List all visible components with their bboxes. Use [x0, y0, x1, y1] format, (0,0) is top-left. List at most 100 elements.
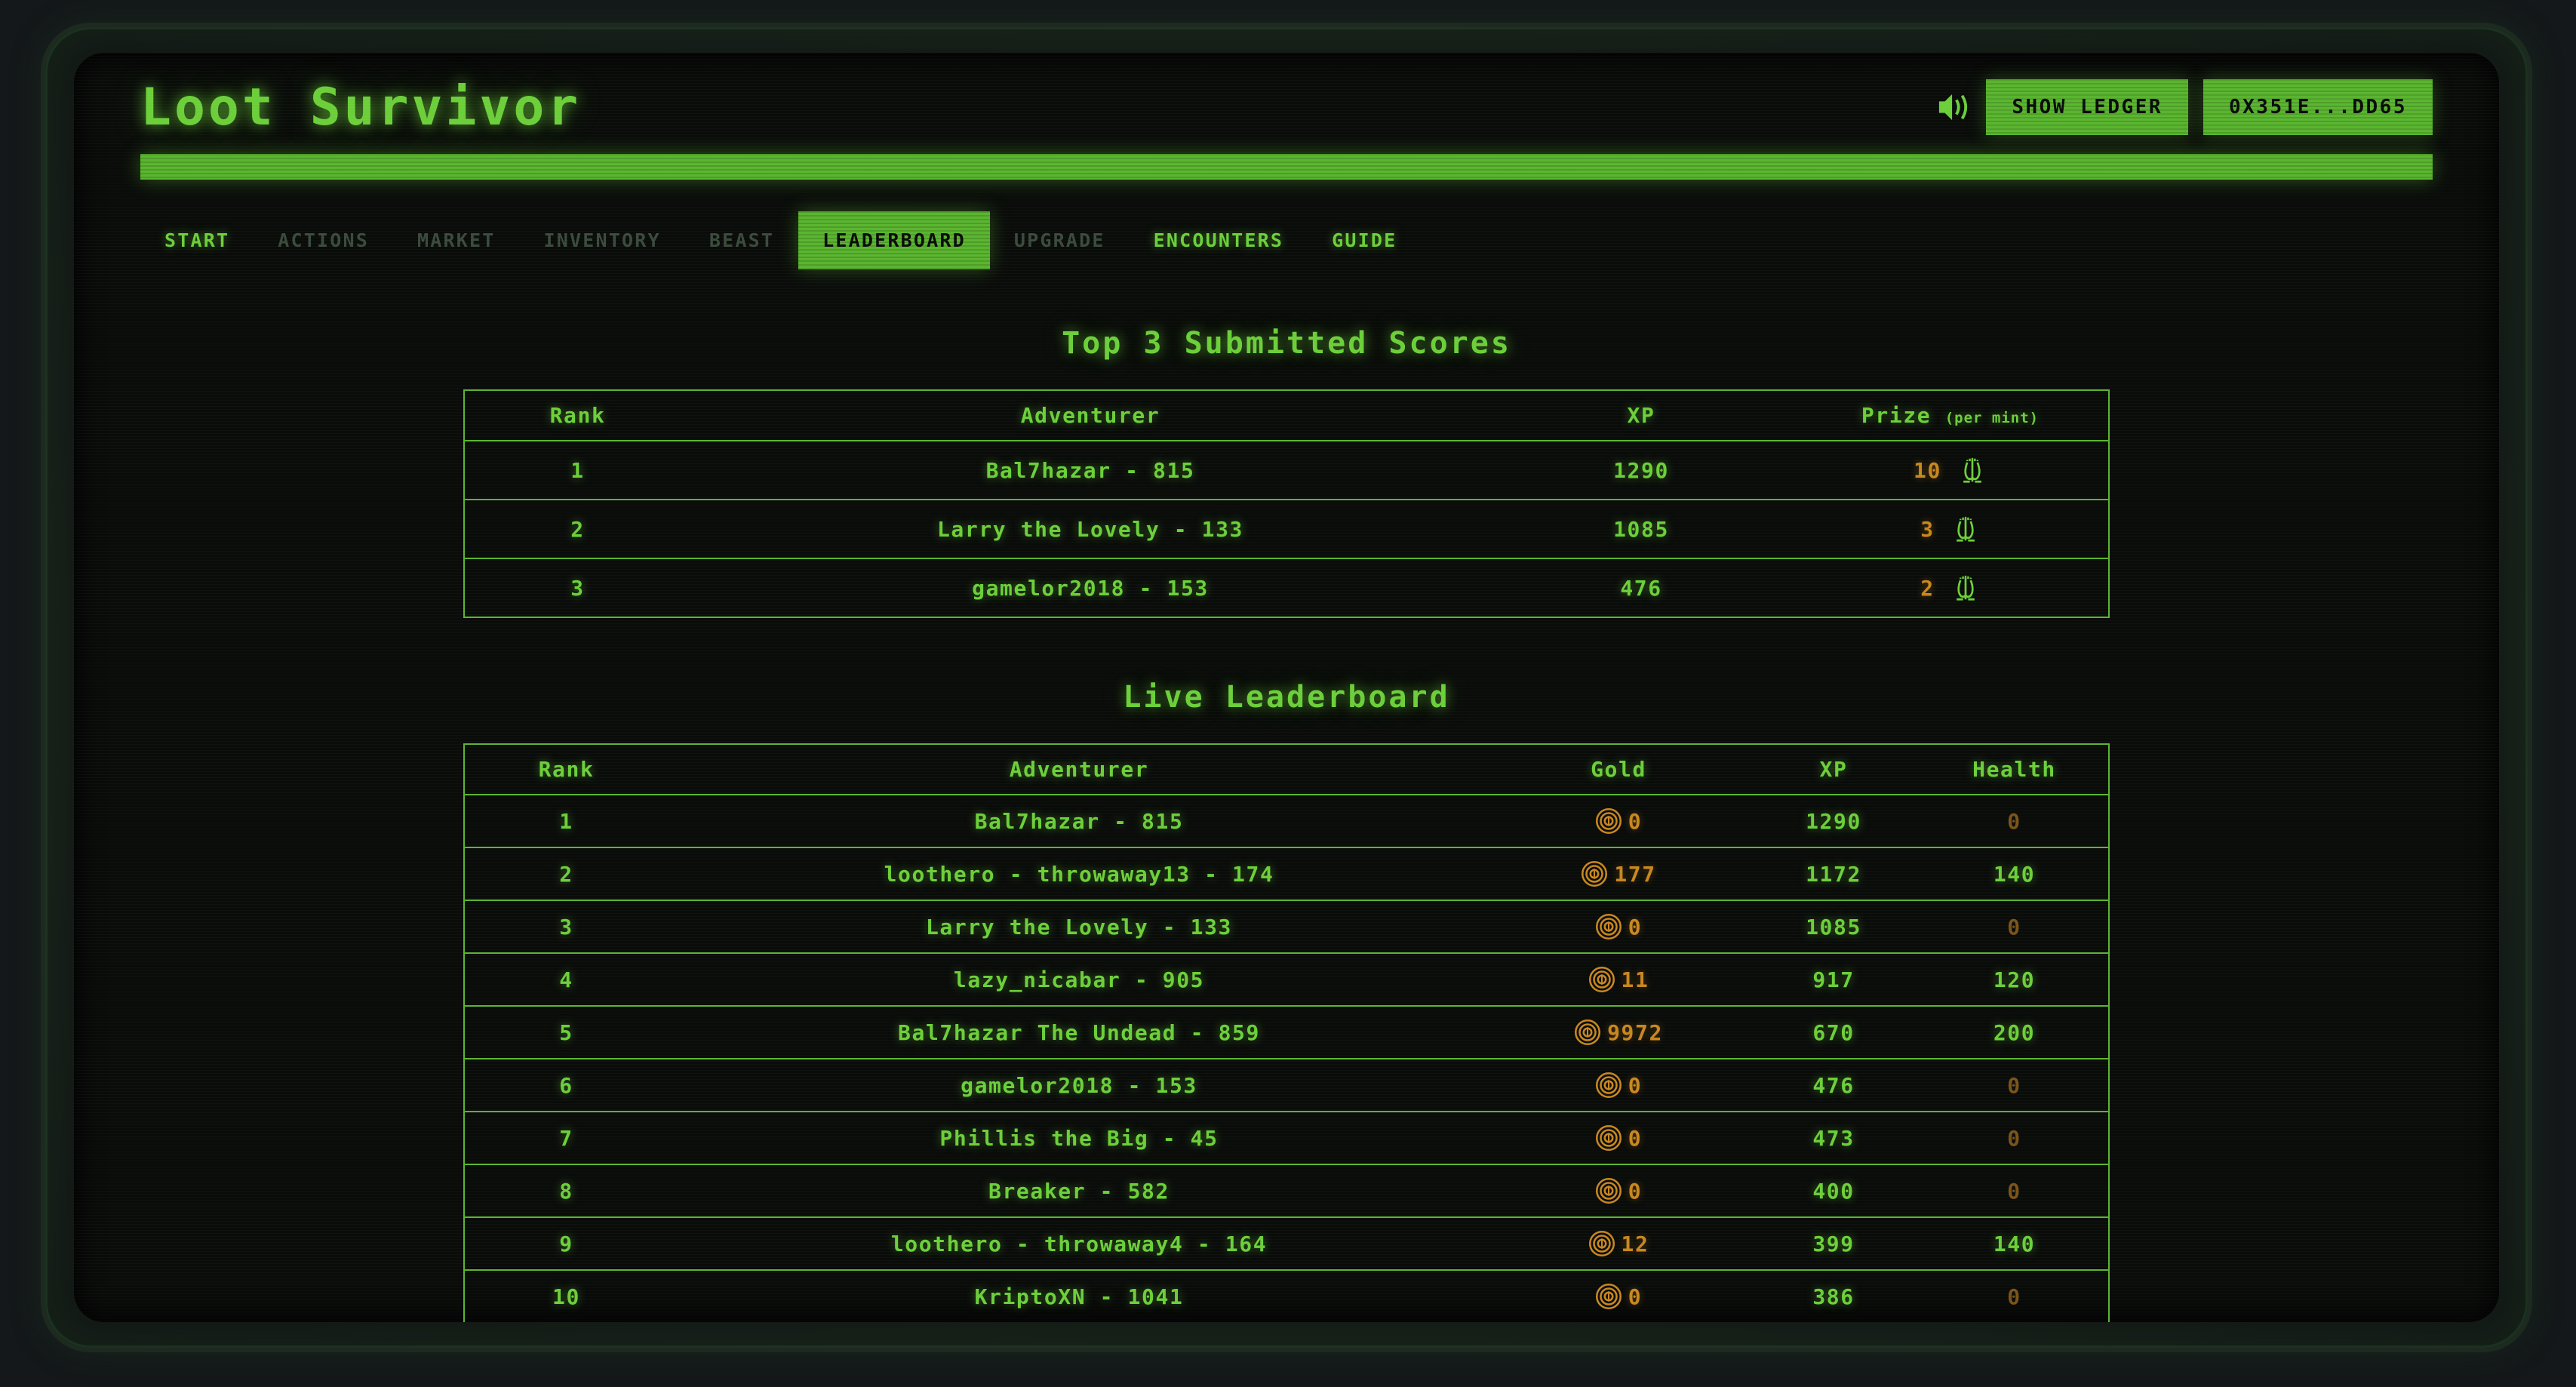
gold-amount: 11 — [1621, 967, 1649, 992]
table-row[interactable]: 3 Larry the Lovely - 133 0 1085 0 — [464, 900, 2109, 953]
cell-adventurer: Phillis the Big - 45 — [668, 1111, 1490, 1164]
cell-adventurer: gamelor2018 - 153 — [668, 1058, 1490, 1112]
nav-item-actions: ACTIONS — [254, 211, 393, 269]
table-header-row: Rank Adventurer XP Prize (per mint) — [464, 390, 2109, 441]
cell-health: 0 — [1920, 1111, 2109, 1164]
cell-xp: 473 — [1747, 1111, 1920, 1164]
cell-adventurer: loothero - throwaway4 - 164 — [668, 1216, 1490, 1270]
nav-item-inventory: INVENTORY — [520, 211, 685, 269]
gold-amount: 0 — [1628, 914, 1643, 940]
cell-prize: 3 — [1792, 499, 2109, 558]
col-header-health: Health — [1972, 757, 2056, 782]
table-row[interactable]: 2 Larry the Lovely - 133 1085 3 — [464, 499, 2109, 558]
gold-coin-icon — [1595, 807, 1622, 835]
cell-xp: 917 — [1747, 952, 1920, 1006]
gold-amount: 177 — [1614, 861, 1656, 887]
app-header: Loot Survivor SHOW LEDGER 0X351E...DD65 — [140, 53, 2433, 151]
page-title: Loot Survivor — [140, 77, 582, 137]
col-header-adventurer: Adventurer — [1009, 757, 1149, 782]
cell-prize: 10 — [1792, 440, 2109, 500]
col-header-rank: Rank — [549, 403, 606, 428]
lords-scales-icon — [1951, 571, 1980, 604]
col-header-rank: Rank — [538, 757, 595, 782]
gold-coin-icon — [1595, 1124, 1622, 1152]
gold-coin-icon — [1588, 1230, 1615, 1257]
table-row[interactable]: 3 gamelor2018 - 153 476 2 — [464, 558, 2109, 617]
cell-adventurer: gamelor2018 - 153 — [690, 558, 1490, 617]
cell-health: 200 — [1920, 1005, 2109, 1059]
table-row[interactable]: 6 gamelor2018 - 153 0 476 0 — [464, 1058, 2109, 1112]
cell-health: 0 — [1920, 1269, 2109, 1322]
nav-item-upgrade: UPGRADE — [990, 211, 1130, 269]
cell-gold: 11 — [1490, 952, 1747, 1006]
top3-section-title: Top 3 Submitted Scores — [1062, 326, 1511, 361]
nav-item-start[interactable]: START — [140, 211, 254, 269]
cell-xp: 1172 — [1747, 847, 1920, 900]
gold-coin-icon — [1595, 913, 1622, 940]
table-row[interactable]: 10 KriptoXN - 1041 0 386 0 — [464, 1269, 2109, 1322]
table-row[interactable]: 1 Bal7hazar - 815 1290 10 — [464, 440, 2109, 500]
nav-item-market: MARKET — [393, 211, 520, 269]
cell-adventurer: Larry the Lovely - 133 — [668, 900, 1490, 953]
cell-xp: 399 — [1747, 1216, 1920, 1270]
cell-xp: 1085 — [1490, 499, 1792, 558]
nav-item-encounters[interactable]: ENCOUNTERS — [1130, 211, 1308, 269]
cell-rank: 5 — [464, 1005, 668, 1059]
cell-health: 0 — [1920, 900, 2109, 953]
gold-amount: 9972 — [1607, 1019, 1663, 1045]
gold-amount: 0 — [1628, 808, 1643, 834]
cell-rank: 6 — [464, 1058, 668, 1112]
nav-item-guide[interactable]: GUIDE — [1308, 211, 1421, 269]
col-header-adventurer: Adventurer — [1020, 403, 1160, 428]
cell-rank: 1 — [464, 794, 668, 847]
cell-gold: 0 — [1490, 1164, 1747, 1217]
nav-item-leaderboard[interactable]: LEADERBOARD — [798, 211, 990, 269]
cell-xp: 386 — [1747, 1269, 1920, 1322]
cell-xp: 1290 — [1490, 440, 1792, 500]
gold-amount: 0 — [1628, 1072, 1643, 1098]
cell-rank: 4 — [464, 952, 668, 1006]
cell-xp: 476 — [1490, 558, 1792, 617]
gold-coin-icon — [1574, 1019, 1601, 1046]
speaker-on-icon[interactable] — [1936, 91, 1971, 123]
cell-health: 120 — [1920, 952, 2109, 1006]
cell-gold: 177 — [1490, 847, 1747, 900]
gold-coin-icon — [1588, 966, 1615, 993]
col-header-xp: XP — [1819, 757, 1848, 782]
wallet-address-button[interactable]: 0X351E...DD65 — [2203, 79, 2433, 135]
col-header-gold: Gold — [1591, 757, 1646, 782]
table-row[interactable]: 1 Bal7hazar - 815 0 1290 0 — [464, 794, 2109, 847]
cell-health: 0 — [1920, 1058, 2109, 1112]
gold-coin-icon — [1595, 1177, 1622, 1204]
header-actions: SHOW LEDGER 0X351E...DD65 — [1936, 79, 2433, 135]
cell-adventurer: lazy_nicabar - 905 — [668, 952, 1490, 1006]
cell-health: 0 — [1920, 1164, 2109, 1217]
cell-xp: 1290 — [1747, 794, 1920, 847]
cell-rank: 1 — [464, 440, 690, 500]
cell-rank: 9 — [464, 1216, 668, 1270]
cell-gold: 0 — [1490, 1269, 1747, 1322]
cell-adventurer: loothero - throwaway13 - 174 — [668, 847, 1490, 900]
show-ledger-button[interactable]: SHOW LEDGER — [1986, 79, 2188, 135]
table-row[interactable]: 5 Bal7hazar The Undead - 859 9972 670 200 — [464, 1005, 2109, 1059]
table-row[interactable]: 4 lazy_nicabar - 905 11 917 120 — [464, 952, 2109, 1006]
cell-gold: 0 — [1490, 1058, 1747, 1112]
header-accent-bar — [140, 154, 2433, 180]
table-row[interactable]: 2 loothero - throwaway13 - 174 177 1172 140 — [464, 847, 2109, 900]
table-row[interactable]: 9 loothero - throwaway4 - 164 12 399 140 — [464, 1216, 2109, 1270]
table-row[interactable]: 7 Phillis the Big - 45 0 473 0 — [464, 1111, 2109, 1164]
cell-gold: 9972 — [1490, 1005, 1747, 1059]
cell-adventurer: Bal7hazar - 815 — [668, 794, 1490, 847]
cell-rank: 2 — [464, 499, 690, 558]
gold-amount: 0 — [1628, 1125, 1643, 1151]
cell-xp: 400 — [1747, 1164, 1920, 1217]
lords-scales-icon — [1951, 512, 1980, 546]
table-row[interactable]: 8 Breaker - 582 0 400 0 — [464, 1164, 2109, 1217]
gold-coin-icon — [1595, 1283, 1622, 1310]
cell-adventurer: KriptoXN - 1041 — [668, 1269, 1490, 1322]
top3-table: Rank Adventurer XP Prize (per mint) 1 Bal… — [463, 389, 2110, 618]
cell-rank: 3 — [464, 558, 690, 617]
crt-screen: Loot Survivor SHOW LEDGER 0X351E...DD65 — [74, 53, 2499, 1322]
cell-rank: 8 — [464, 1164, 668, 1217]
col-header-prize: Prize (per mint) — [1792, 390, 2109, 441]
